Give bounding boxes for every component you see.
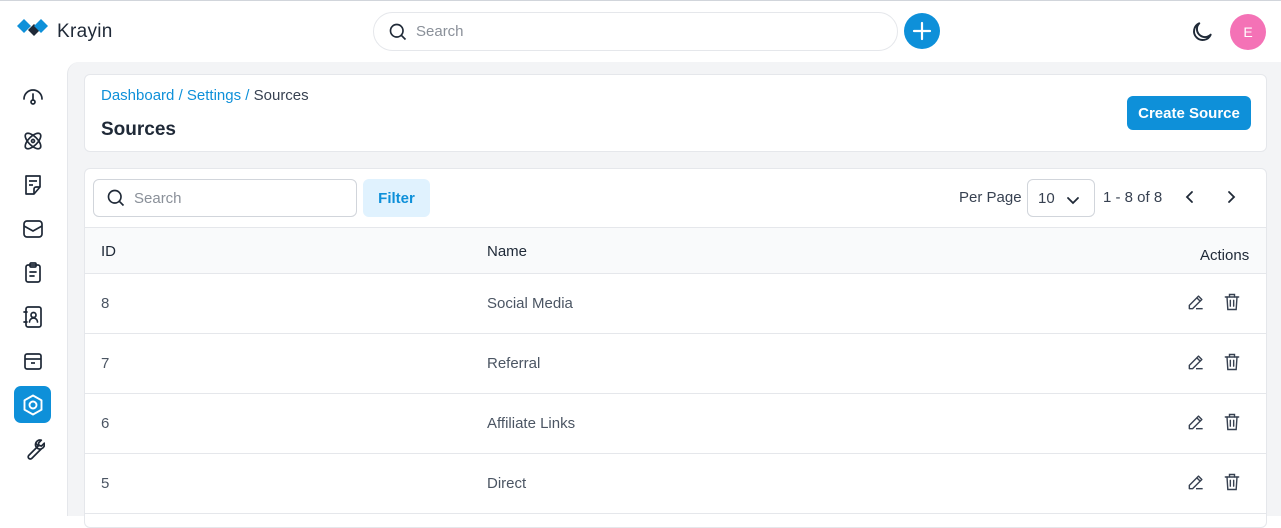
- global-search-input[interactable]: [416, 23, 856, 40]
- delete-icon[interactable]: [1222, 352, 1242, 372]
- breadcrumb-separator: /: [245, 87, 250, 104]
- edit-icon[interactable]: [1186, 472, 1206, 492]
- delete-icon[interactable]: [1222, 292, 1242, 312]
- per-page-value: 10: [1038, 189, 1055, 207]
- page-header: Dashboard / Settings / Sources Sources C…: [84, 74, 1267, 152]
- app-name: Krayin: [57, 21, 113, 42]
- cell-id: 6: [101, 415, 110, 432]
- activities-icon: [24, 261, 41, 283]
- table-row: 6 Affiliate Links: [85, 394, 1266, 454]
- column-header-id[interactable]: ID: [101, 243, 116, 260]
- cell-id: 5: [101, 475, 110, 492]
- search-icon: [389, 23, 407, 40]
- search-icon: [107, 189, 125, 207]
- sidebar-item-quotes[interactable]: [14, 166, 51, 203]
- cell-id: 8: [101, 295, 110, 312]
- quotes-icon: [24, 174, 41, 195]
- top-bar: Krayin E: [0, 0, 1281, 62]
- edit-icon[interactable]: [1186, 412, 1206, 432]
- table-row: 8 Social Media: [85, 274, 1266, 334]
- previous-page-icon[interactable]: [1181, 188, 1199, 206]
- delete-icon[interactable]: [1222, 412, 1242, 432]
- dashboard-icon: [22, 88, 43, 105]
- sidebar-item-settings[interactable]: [14, 386, 51, 423]
- sidebar-item-mail[interactable]: [14, 210, 51, 247]
- cell-name: Social Media: [487, 295, 573, 312]
- breadcrumb-separator: /: [178, 87, 183, 104]
- datagrid-search[interactable]: [93, 179, 357, 217]
- cell-id: 7: [101, 355, 110, 372]
- dark-mode-toggle-icon[interactable]: [1189, 19, 1215, 45]
- avatar-initial: E: [1243, 24, 1253, 40]
- table-header: ID Name Actions: [85, 227, 1266, 274]
- main-content: Dashboard / Settings / Sources Sources C…: [67, 62, 1281, 528]
- sidebar-item-dashboard[interactable]: [14, 78, 51, 115]
- next-page-icon[interactable]: [1222, 188, 1240, 206]
- column-header-name[interactable]: Name: [487, 243, 527, 260]
- datagrid: Filter Per Page 10 1 - 8 of 8 ID Name Ac…: [84, 168, 1267, 528]
- user-avatar[interactable]: E: [1230, 14, 1266, 50]
- cell-name: Affiliate Links: [487, 415, 576, 432]
- sidebar-item-configuration[interactable]: [14, 430, 51, 467]
- contacts-icon: [22, 305, 42, 328]
- pagination-range: 1 - 8 of 8: [1103, 189, 1163, 206]
- breadcrumb-settings[interactable]: Settings: [187, 87, 241, 104]
- sidebar-item-leads[interactable]: [14, 122, 51, 159]
- sidebar-item-activities[interactable]: [14, 254, 51, 291]
- per-page-label: Per Page: [959, 189, 1022, 206]
- app-logo[interactable]: Krayin: [16, 19, 113, 45]
- sidebar-item-contacts[interactable]: [14, 298, 51, 335]
- create-source-button[interactable]: Create Source: [1127, 96, 1251, 130]
- breadcrumb-current: Sources: [253, 87, 309, 104]
- sidebar: [0, 62, 66, 516]
- datagrid-search-input[interactable]: [134, 189, 334, 207]
- configuration-icon: [26, 438, 45, 460]
- delete-icon[interactable]: [1222, 472, 1242, 492]
- breadcrumb: Dashboard / Settings / Sources: [101, 87, 309, 104]
- edit-icon[interactable]: [1186, 292, 1206, 312]
- plus-icon: [912, 21, 932, 41]
- settings-icon: [23, 394, 42, 415]
- chevron-down-icon: [1067, 197, 1079, 205]
- breadcrumb-dashboard[interactable]: Dashboard: [101, 87, 174, 104]
- edit-icon[interactable]: [1186, 352, 1206, 372]
- column-header-actions: Actions: [1200, 247, 1250, 264]
- krayin-logo-icon: [17, 19, 48, 36]
- datagrid-toolbar: Filter Per Page 10 1 - 8 of 8: [85, 169, 1266, 227]
- per-page-select[interactable]: 10: [1027, 179, 1095, 217]
- filter-button[interactable]: Filter: [363, 179, 430, 217]
- page-title: Sources: [101, 119, 176, 140]
- table-row: 5 Direct: [85, 454, 1266, 514]
- products-icon: [23, 352, 42, 370]
- table-row: 7 Referral: [85, 334, 1266, 394]
- sidebar-item-products[interactable]: [14, 342, 51, 379]
- cell-name: Direct: [487, 475, 527, 492]
- cell-name: Referral: [487, 355, 541, 372]
- leads-icon: [23, 131, 42, 150]
- mail-icon: [22, 219, 43, 238]
- global-search[interactable]: [373, 12, 898, 51]
- quick-create-button[interactable]: [904, 13, 940, 49]
